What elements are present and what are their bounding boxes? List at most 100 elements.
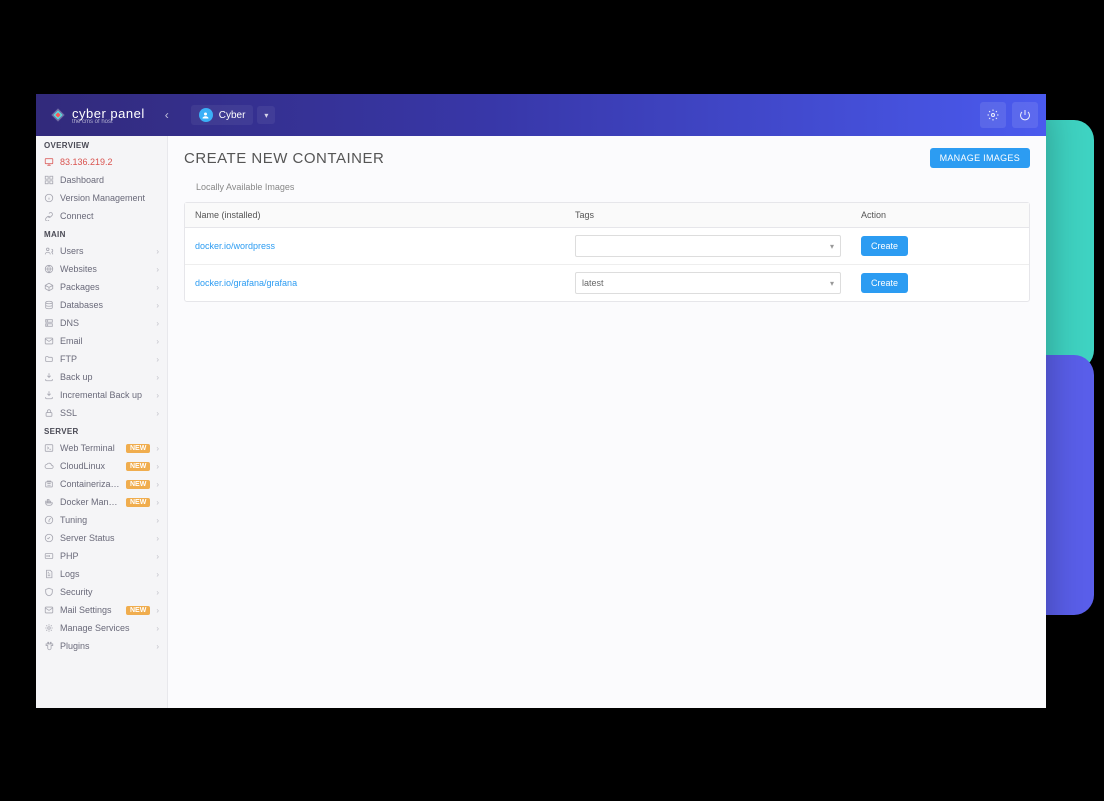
sidebar-item-incremental-back-up[interactable]: Incremental Back up ›: [36, 386, 167, 404]
tag-select[interactable]: [575, 235, 841, 257]
sidebar-item-connect[interactable]: Connect: [36, 207, 167, 225]
col-header-name: Name (installed): [185, 203, 565, 227]
email-icon: [44, 336, 54, 346]
sidebar-item-label: Incremental Back up: [60, 390, 150, 400]
manage-images-button[interactable]: MANAGE IMAGES: [930, 148, 1030, 168]
php-icon: [44, 551, 54, 561]
table-row: docker.io/grafana/grafana latest Create: [185, 265, 1029, 301]
sidebar-item-users[interactable]: Users›: [36, 242, 167, 260]
sidebar-item-83-136-219-2[interactable]: 83.136.219.2: [36, 153, 167, 171]
sidebar: OVERVIEW83.136.219.2DashboardVersion Man…: [36, 136, 168, 708]
chevron-right-icon: ›: [156, 606, 159, 615]
tag-select[interactable]: latest: [575, 272, 841, 294]
sidebar-item-label: PHP: [60, 551, 150, 561]
chevron-right-icon: ›: [156, 391, 159, 400]
chevron-right-icon: ›: [156, 355, 159, 364]
chevron-right-icon: ›: [156, 265, 159, 274]
chevron-right-icon: ›: [156, 247, 159, 256]
info-icon: [44, 193, 54, 203]
users-icon: [44, 246, 54, 256]
sidebar-item-label: Security: [60, 587, 150, 597]
sidebar-item-ssl[interactable]: SSL›: [36, 404, 167, 422]
sidebar-item-version-management[interactable]: Version Management: [36, 189, 167, 207]
gear-icon: [987, 109, 999, 121]
sidebar-item-label: Docker Manager: [60, 497, 120, 507]
sidebar-item-label: Server Status: [60, 533, 150, 543]
sidebar-collapse-toggle[interactable]: ‹: [157, 108, 177, 122]
sidebar-item-back-up[interactable]: Back up›: [36, 368, 167, 386]
sidebar-item-label: Plugins: [60, 641, 150, 651]
desktop-icon: [44, 157, 54, 167]
sidebar-item-packages[interactable]: Packages›: [36, 278, 167, 296]
sidebar-item-docker-manager[interactable]: Docker ManagerNEW›: [36, 493, 167, 511]
sidebar-item-plugins[interactable]: Plugins ›: [36, 637, 167, 655]
sidebar-item-cloudlinux[interactable]: CloudLinuxNEW›: [36, 457, 167, 475]
sidebar-item-label: Manage Services: [60, 623, 150, 633]
sidebar-item-label: SSL: [60, 408, 150, 418]
sidebar-item-ftp[interactable]: FTP ›: [36, 350, 167, 368]
backup-icon: [44, 372, 54, 382]
sidebar-item-dns[interactable]: DNS›: [36, 314, 167, 332]
sidebar-item-label: Connect: [60, 211, 159, 221]
sidebar-item-label: Packages: [60, 282, 150, 292]
sidebar-item-php[interactable]: PHP ›: [36, 547, 167, 565]
chevron-right-icon: ›: [156, 319, 159, 328]
image-name-link[interactable]: docker.io/wordpress: [195, 241, 275, 251]
chevron-right-icon: ›: [156, 444, 159, 453]
page-title: CREATE NEW CONTAINER: [184, 150, 384, 167]
user-chip[interactable]: Cyber: [191, 105, 254, 125]
sidebar-item-logs[interactable]: Logs›: [36, 565, 167, 583]
sidebar-item-label: CloudLinux: [60, 461, 120, 471]
sidebar-item-label: Containerization: [60, 479, 120, 489]
globe-icon: [44, 264, 54, 274]
brand-logo-icon: [50, 107, 66, 123]
image-name-cell: docker.io/wordpress: [185, 228, 565, 264]
sidebar-item-email[interactable]: Email›: [36, 332, 167, 350]
sidebar-item-label: Back up: [60, 372, 150, 382]
sidebar-item-label: Websites: [60, 264, 150, 274]
dashboard-icon: [44, 175, 54, 185]
brand[interactable]: cyber panel the cms of host: [44, 106, 151, 125]
power-button[interactable]: [1012, 102, 1038, 128]
new-badge: NEW: [126, 606, 150, 615]
container-icon: [44, 479, 54, 489]
sidebar-group-title: MAIN: [36, 225, 167, 242]
create-button[interactable]: Create: [861, 273, 908, 293]
sidebar-item-databases[interactable]: Databases ›: [36, 296, 167, 314]
chevron-right-icon: ›: [156, 552, 159, 561]
sidebar-item-label: Web Terminal: [60, 443, 120, 453]
create-button[interactable]: Create: [861, 236, 908, 256]
sidebar-item-label: Databases: [60, 300, 150, 310]
database-icon: [44, 300, 54, 310]
sidebar-item-containerization[interactable]: ContainerizationNEW›: [36, 475, 167, 493]
chevron-right-icon: ›: [156, 624, 159, 633]
chevron-right-icon: ›: [156, 642, 159, 651]
sidebar-item-label: FTP: [60, 354, 150, 364]
chevron-right-icon: ›: [156, 301, 159, 310]
backup-icon: [44, 390, 54, 400]
package-icon: [44, 282, 54, 292]
user-menu-caret[interactable]: ▾: [257, 106, 275, 124]
chevron-right-icon: ›: [156, 588, 159, 597]
sidebar-item-label: Email: [60, 336, 150, 346]
settings-button[interactable]: [980, 102, 1006, 128]
mail-icon: [44, 605, 54, 615]
sidebar-group-title: SERVER: [36, 422, 167, 439]
sidebar-item-security[interactable]: Security ›: [36, 583, 167, 601]
sidebar-item-mail-settings[interactable]: Mail SettingsNEW›: [36, 601, 167, 619]
table-header: Name (installed) Tags Action: [185, 203, 1029, 228]
decor-teal: [1044, 120, 1094, 370]
table-row: docker.io/wordpress Create: [185, 228, 1029, 265]
sidebar-item-dashboard[interactable]: Dashboard: [36, 171, 167, 189]
chevron-right-icon: ›: [156, 462, 159, 471]
terminal-icon: [44, 443, 54, 453]
user-name: Cyber: [219, 110, 246, 121]
sidebar-item-websites[interactable]: Websites ›: [36, 260, 167, 278]
sidebar-item-tuning[interactable]: Tuning›: [36, 511, 167, 529]
sidebar-item-server-status[interactable]: Server Status›: [36, 529, 167, 547]
image-name-cell: docker.io/grafana/grafana: [185, 265, 565, 301]
chevron-right-icon: ›: [156, 480, 159, 489]
image-name-link[interactable]: docker.io/grafana/grafana: [195, 278, 297, 288]
sidebar-item-manage-services[interactable]: Manage Services ›: [36, 619, 167, 637]
sidebar-item-web-terminal[interactable]: Web TerminalNEW›: [36, 439, 167, 457]
